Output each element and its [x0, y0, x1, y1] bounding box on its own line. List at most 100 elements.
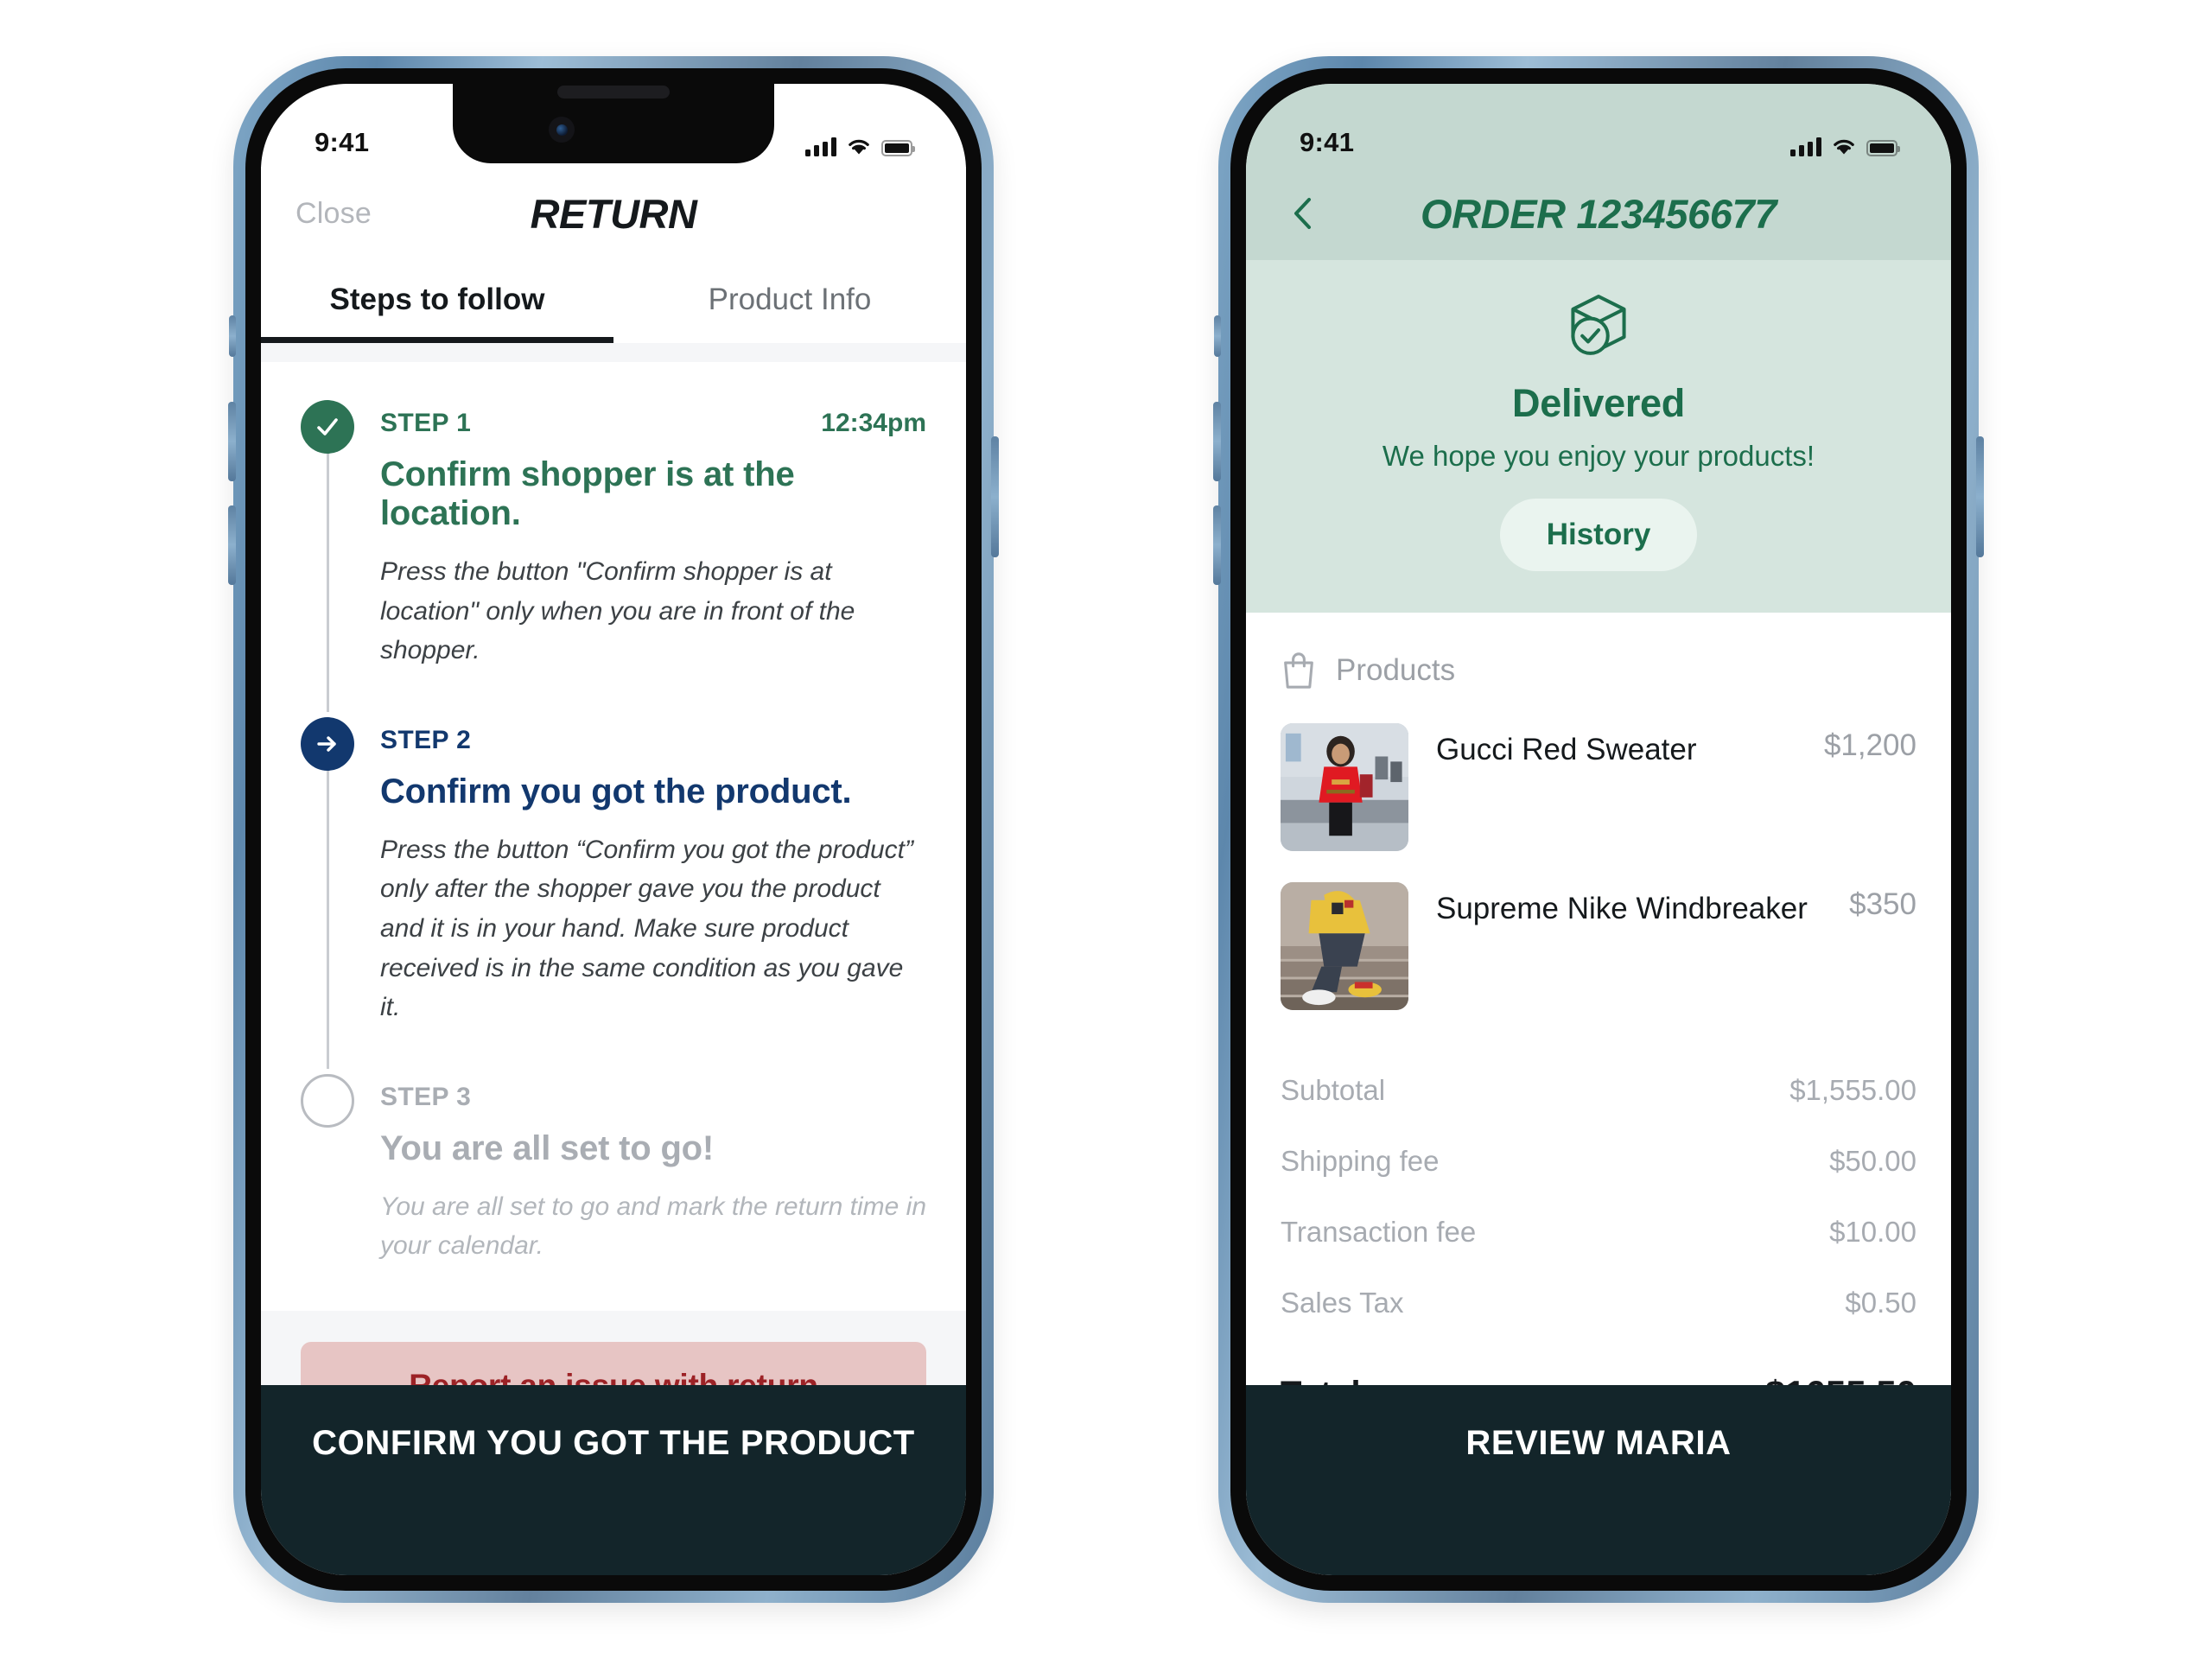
fee-label: Subtotal [1281, 1074, 1386, 1106]
total-label: Total [1281, 1375, 1361, 1386]
fee-row-subtotal: Subtotal $1,555.00 [1281, 1055, 1916, 1126]
product-row[interactable]: Gucci Red Sweater $1,200 [1281, 716, 1916, 875]
product-thumbnail-supreme-nike-windbreaker [1281, 882, 1408, 1010]
power-button[interactable] [991, 436, 999, 557]
fee-row-sales-tax: Sales Tax $0.50 [1281, 1268, 1916, 1338]
product-name: Gucci Red Sweater [1436, 733, 1697, 766]
status-time: 9:41 [315, 127, 370, 157]
fee-label: Shipping fee [1281, 1145, 1440, 1177]
step-title: Confirm you got the product. [380, 772, 852, 810]
fee-label: Transaction fee [1281, 1216, 1477, 1248]
wifi-icon [847, 137, 871, 156]
phone-bezel: 9:41 ORDER 123456677 Delivered We hope y… [1230, 68, 1967, 1591]
step-content: STEP 2 Confirm you got the product. Pres… [380, 717, 926, 1069]
total-row: Total $1655.50 [1281, 1347, 1916, 1385]
step-timestamp: 12:34pm [821, 409, 926, 437]
silent-switch[interactable] [229, 315, 236, 357]
fee-value: $1,555.00 [1789, 1074, 1916, 1106]
close-button[interactable]: Close [296, 197, 372, 231]
screen-order: 9:41 ORDER 123456677 Delivered We hope y… [1246, 84, 1951, 1575]
screenshot-stage: 9:41 Close RETURN Steps to follow Produc… [0, 0, 2212, 1659]
arrow-right-icon [301, 716, 354, 771]
screen-return: 9:41 Close RETURN Steps to follow Produc… [261, 84, 966, 1575]
confirm-product-cta[interactable]: CONFIRM YOU GOT THE PRODUCT [261, 1385, 966, 1575]
check-icon [301, 400, 354, 454]
products-label: Products [1336, 653, 1456, 687]
cellular-signal-icon [1790, 137, 1821, 156]
silent-switch[interactable] [1214, 315, 1221, 357]
status-bar: 9:41 [261, 84, 966, 167]
step-title: Confirm shopper is at the location. [380, 455, 795, 532]
return-body: STEP 1 12:34pm Confirm shopper is at the… [261, 343, 966, 1385]
step-description: Press the button “Confirm you got the pr… [380, 835, 913, 1022]
tab-bar: Steps to follow Product Info [261, 260, 966, 343]
status-icons [805, 137, 915, 162]
products-section-header: Products [1281, 613, 1916, 716]
status-bar: 9:41 [1246, 84, 1951, 167]
product-row[interactable]: Supreme Nike Windbreaker $350 [1281, 875, 1916, 1034]
step-content: STEP 3 You are all set to go! You are al… [380, 1074, 926, 1271]
fee-value: $50.00 [1829, 1145, 1916, 1177]
volume-up-button[interactable] [228, 402, 236, 481]
battery-icon [881, 140, 915, 156]
step-rail [301, 400, 354, 712]
tab-steps-to-follow[interactable]: Steps to follow [261, 260, 613, 343]
step-description: You are all set to go and mark the retur… [380, 1192, 927, 1261]
phone-right-order-detail: 9:41 ORDER 123456677 Delivered We hope y… [1213, 56, 1984, 1603]
product-price: $1,200 [1823, 728, 1916, 762]
total-value: $1655.50 [1765, 1373, 1916, 1385]
order-body: Products Gucci Red Sweater $1,200 Suprem… [1246, 613, 1951, 1385]
steps-list: STEP 1 12:34pm Confirm shopper is at the… [261, 362, 966, 1311]
step-rail [301, 1073, 354, 1271]
step-label: STEP 3 [380, 1082, 472, 1111]
step-item: STEP 1 12:34pm Confirm shopper is at the… [301, 400, 926, 717]
step-header: STEP 3 [380, 1074, 926, 1112]
shopping-bag-icon [1281, 651, 1317, 690]
fee-row-shipping: Shipping fee $50.00 [1281, 1126, 1916, 1197]
wifi-icon [1832, 137, 1856, 156]
report-issue-button[interactable]: Report an issue with return [301, 1341, 926, 1385]
step-item: STEP 3 You are all set to go! You are al… [301, 1073, 926, 1276]
step-label: STEP 1 [380, 409, 472, 437]
order-nav-bar: ORDER 123456677 [1246, 167, 1951, 260]
review-maria-cta[interactable]: REVIEW MARIA [1246, 1385, 1951, 1575]
step-connector [326, 452, 329, 712]
product-name: Supreme Nike Windbreaker [1436, 892, 1808, 925]
step-label: STEP 2 [380, 725, 472, 754]
step-header: STEP 1 12:34pm [380, 400, 926, 438]
step-description: Press the button "Confirm shopper is at … [380, 557, 855, 665]
fee-row-transaction: Transaction fee $10.00 [1281, 1197, 1916, 1268]
empty-circle-icon [301, 1073, 354, 1128]
phone-bezel: 9:41 Close RETURN Steps to follow Produc… [245, 68, 982, 1591]
product-thumbnail-gucci-red-sweater [1281, 723, 1408, 851]
step-content: STEP 1 12:34pm Confirm shopper is at the… [380, 400, 926, 712]
delivered-panel: Delivered We hope you enjoy your product… [1246, 260, 1951, 613]
fee-value: $0.50 [1845, 1287, 1916, 1319]
package-check-icon [1246, 289, 1951, 364]
return-nav-bar: Close RETURN [261, 167, 966, 260]
report-section: Report an issue with return [261, 1310, 966, 1385]
page-title: ORDER 123456677 [1420, 190, 1777, 237]
step-item: STEP 2 Confirm you got the product. Pres… [301, 716, 926, 1074]
fee-value: $10.00 [1829, 1216, 1916, 1248]
status-icons [1790, 137, 1900, 162]
fee-label: Sales Tax [1281, 1287, 1404, 1319]
cellular-signal-icon [805, 137, 836, 156]
volume-down-button[interactable] [1213, 505, 1221, 585]
chevron-left-icon[interactable] [1284, 194, 1322, 232]
tab-product-info[interactable]: Product Info [613, 260, 966, 343]
power-button[interactable] [1976, 436, 1984, 557]
history-button[interactable]: History [1499, 499, 1698, 571]
volume-down-button[interactable] [228, 505, 236, 585]
step-title: You are all set to go! [380, 1128, 715, 1167]
battery-icon [1866, 140, 1900, 156]
product-price: $350 [1849, 887, 1916, 921]
delivered-status-title: Delivered [1512, 381, 1685, 425]
volume-up-button[interactable] [1213, 402, 1221, 481]
step-header: STEP 2 [380, 717, 926, 755]
step-rail [301, 716, 354, 1069]
delivered-subtitle: We hope you enjoy your products! [1382, 440, 1815, 472]
phone-left-return-flow: 9:41 Close RETURN Steps to follow Produc… [228, 56, 999, 1603]
step-connector [326, 768, 329, 1069]
status-time: 9:41 [1300, 127, 1355, 157]
